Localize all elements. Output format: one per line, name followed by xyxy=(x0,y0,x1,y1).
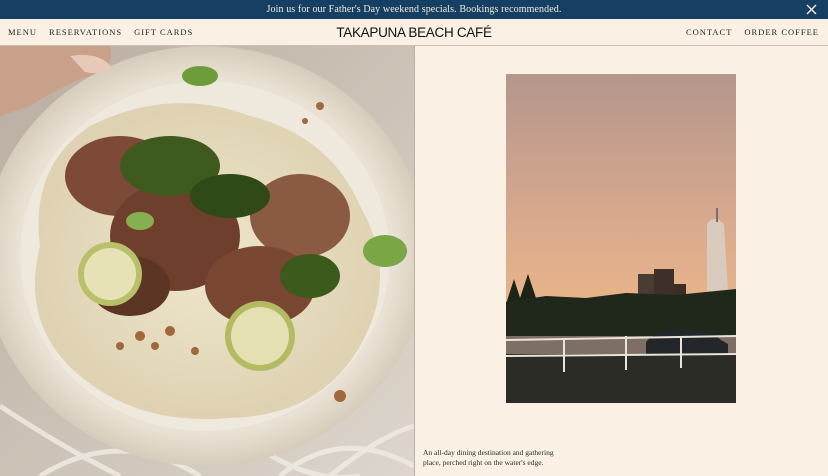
close-icon[interactable] xyxy=(805,3,818,16)
beach-sunset-skyline-image xyxy=(506,74,736,403)
announcement-bar: Join us for our Father's Day weekend spe… xyxy=(0,0,828,19)
vertical-divider xyxy=(414,46,415,476)
announcement-text: Join us for our Father's Day weekend spe… xyxy=(266,4,562,15)
main-nav: MENU RESERVATIONS GIFT CARDS TAKAPUNA BE… xyxy=(0,19,828,46)
nav-contact-link[interactable]: CONTACT xyxy=(686,27,732,37)
hero-caption: An all-day dining destination and gather… xyxy=(423,448,554,467)
nav-right-group: CONTACT ORDER COFFEE xyxy=(674,19,819,45)
food-dish-image xyxy=(0,46,414,476)
nav-order-coffee-link[interactable]: ORDER COFFEE xyxy=(744,27,819,37)
